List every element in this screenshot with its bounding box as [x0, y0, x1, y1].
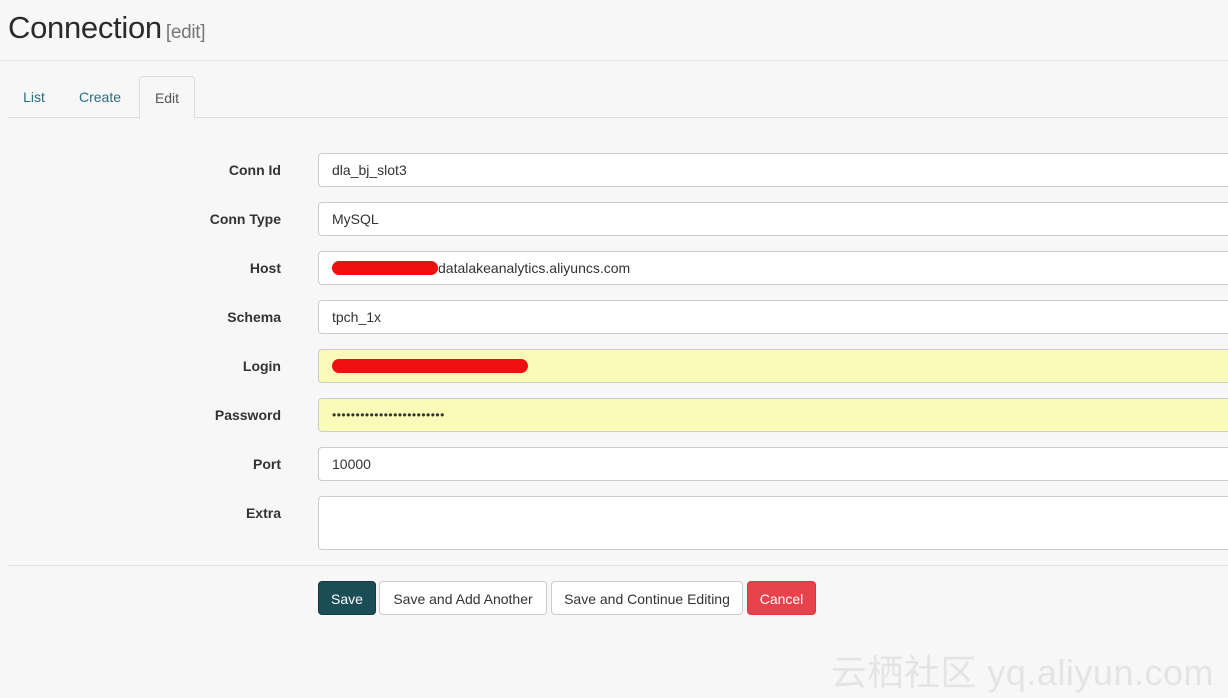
host-redaction-mark: [332, 260, 438, 275]
host-value-suffix: datalakeanalytics.aliyuncs.com: [438, 260, 631, 276]
login-input[interactable]: [318, 349, 1228, 383]
extra-label: Extra: [245, 505, 281, 521]
conn-type-label: Conn Type: [209, 211, 281, 227]
host-input[interactable]: datalakeanalytics.aliyuncs.com: [318, 251, 1228, 285]
extra-textarea[interactable]: [318, 496, 1228, 550]
page-header: Connection [edit]: [0, 0, 1228, 61]
schema-input[interactable]: tpch_1x: [318, 300, 1228, 334]
login-redaction-mark: [332, 358, 528, 373]
host-label: Host: [249, 260, 281, 276]
conn-id-label: Conn Id: [228, 162, 281, 178]
port-label: Port: [253, 456, 281, 472]
cancel-button[interactable]: Cancel: [747, 581, 816, 615]
watermark: 云栖社区 yq.aliyun.com: [830, 652, 1214, 693]
schema-label: Schema: [227, 309, 281, 325]
page-title: Connection [edit]: [8, 10, 206, 46]
tab-create[interactable]: Create: [68, 76, 132, 118]
conn-type-select[interactable]: MySQL: [318, 202, 1228, 236]
page-title-text: Connection: [8, 10, 162, 45]
save-and-add-another-button[interactable]: Save and Add Another: [379, 581, 547, 615]
connection-edit-page: Connection [edit] List Create Edit Conn I…: [0, 0, 1228, 698]
tab-list[interactable]: List: [8, 76, 60, 118]
page-subtitle: [edit]: [165, 22, 206, 43]
tab-edit[interactable]: Edit: [139, 76, 195, 119]
save-button[interactable]: Save: [318, 581, 376, 615]
form-divider: [8, 565, 1228, 566]
password-label: Password: [214, 407, 281, 423]
login-label: Login: [242, 358, 281, 374]
port-input[interactable]: 10000: [318, 447, 1228, 481]
save-and-continue-editing-button[interactable]: Save and Continue Editing: [551, 581, 743, 615]
password-input[interactable]: ••••••••••••••••••••••••: [318, 398, 1228, 432]
tab-bar: List Create Edit: [8, 76, 1228, 119]
conn-id-input[interactable]: dla_bj_slot3: [318, 153, 1228, 187]
